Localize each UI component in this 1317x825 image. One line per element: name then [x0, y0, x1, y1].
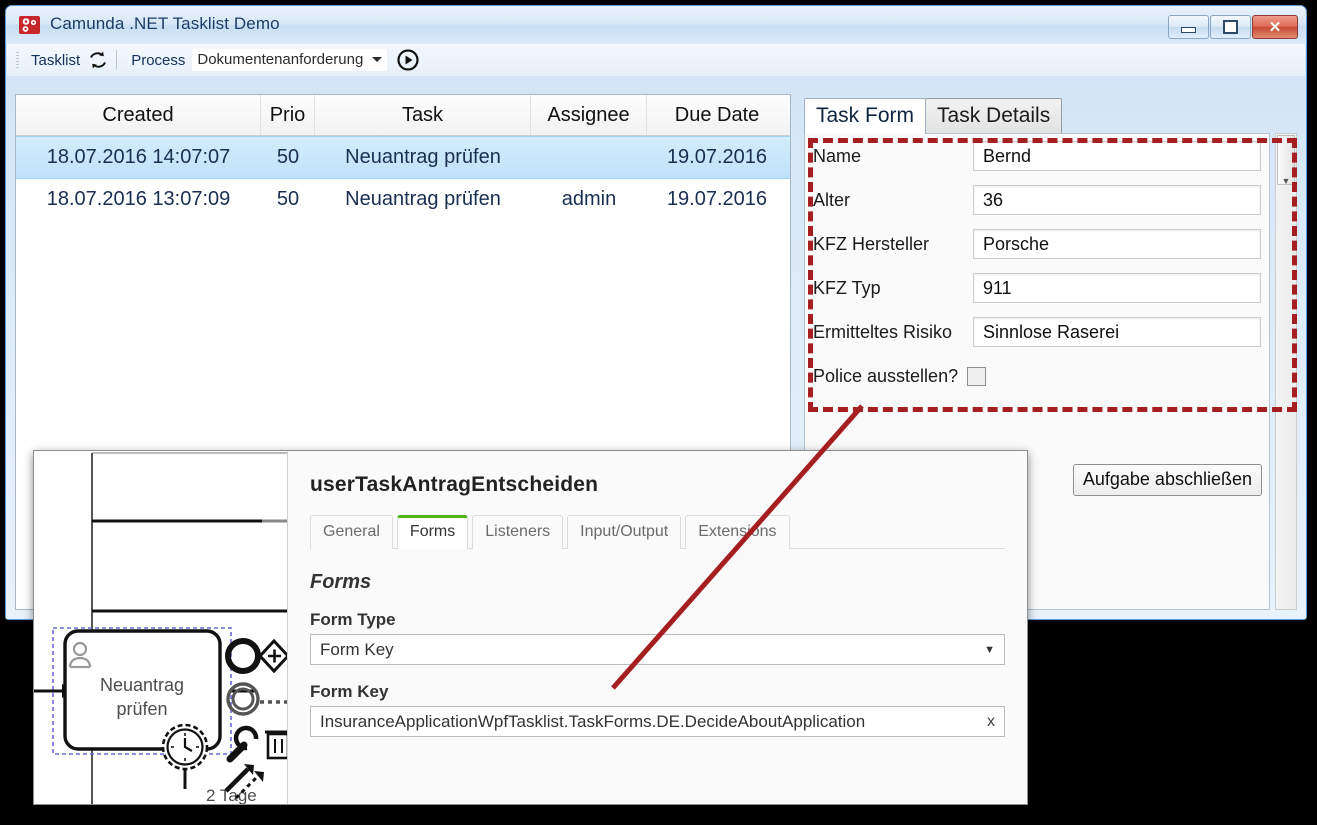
bpmn-canvas[interactable]: Neuantrag prüfen 2 Tage	[34, 451, 288, 804]
tab-general[interactable]: General	[310, 515, 393, 549]
camunda-logo-icon	[18, 15, 42, 35]
chevron-down-icon[interactable]: ▼	[1276, 174, 1296, 188]
select-form-type[interactable]: Form Key ▼	[310, 634, 1005, 665]
cell-created: 18.07.2016 14:07:07	[46, 146, 231, 168]
checkbox-police-ausstellen[interactable]	[967, 366, 987, 386]
play-circle-icon[interactable]	[396, 48, 420, 72]
process-label: Process	[131, 51, 186, 69]
tab-extensions[interactable]: Extensions	[685, 515, 790, 549]
minimize-icon	[1169, 16, 1208, 38]
cell-assignee: admin	[561, 188, 617, 210]
chevron-down-icon: ▼	[984, 643, 995, 656]
input-kfz-hersteller[interactable]: Porsche	[973, 229, 1261, 259]
cell-created: 18.07.2016 13:07:09	[46, 188, 231, 210]
label-kfz-hersteller: KFZ Hersteller	[813, 233, 930, 254]
cell-due-date: 19.07.2016	[666, 188, 768, 210]
tab-task-details[interactable]: Task Details	[925, 98, 1063, 134]
properties-panel: userTaskAntragEntscheiden General Forms …	[288, 451, 1027, 804]
tab-listeners[interactable]: Listeners	[472, 515, 564, 549]
input-ermitteltes-risiko[interactable]: Sinnlose Raserei	[973, 317, 1261, 347]
form-row-ermitteltes-risiko: Ermitteltes Risiko Sinnlose Raserei	[805, 310, 1269, 354]
cell-prio: 50	[276, 188, 300, 210]
process-dropdown-value: Dokumentenanforderung	[197, 51, 364, 68]
minimize-button[interactable]	[1168, 15, 1209, 39]
cell-prio: 50	[276, 146, 300, 168]
cell-task: Neuantrag prüfen	[345, 188, 501, 210]
close-icon: ✕	[1268, 19, 1282, 36]
form-row-alter: Alter 36	[805, 178, 1269, 222]
column-header-created[interactable]: Created	[16, 95, 261, 135]
modeler-popup: Neuantrag prüfen 2 Tage userTaskAntragEn…	[33, 450, 1028, 805]
svg-text:prüfen: prüfen	[116, 699, 167, 719]
refresh-icon[interactable]	[87, 50, 109, 70]
toolbar-separator	[116, 50, 118, 70]
chevron-down-icon	[372, 57, 383, 62]
table-row[interactable]: 18.07.2016 13:07:09 50 Neuantrag prüfen …	[16, 179, 790, 220]
close-button[interactable]: ✕	[1252, 15, 1298, 39]
grid-header-row: Created Prio Task Assignee Due Date	[16, 95, 790, 136]
process-dropdown[interactable]: Dokumentenanforderung	[192, 49, 388, 71]
select-form-type-value: Form Key	[320, 639, 394, 659]
maximize-icon	[1211, 16, 1250, 38]
column-header-prio[interactable]: Prio	[261, 95, 315, 135]
input-form-key-value: InsuranceApplicationWpfTasklist.TaskForm…	[320, 711, 866, 731]
tab-forms[interactable]: Forms	[396, 515, 469, 549]
form-row-name: Name Bernd	[805, 134, 1269, 178]
form-row-kfz-typ: KFZ Typ 911	[805, 266, 1269, 310]
column-header-task[interactable]: Task	[315, 95, 531, 135]
panel-scrollbar[interactable]: ▼	[1275, 133, 1297, 610]
panel-tabs: Task Form Task Details	[804, 94, 1297, 134]
label-alter: Alter	[813, 189, 851, 210]
tab-input-output[interactable]: Input/Output	[567, 515, 682, 549]
clear-icon[interactable]: x	[987, 713, 995, 731]
input-form-key[interactable]: InsuranceApplicationWpfTasklist.TaskForm…	[310, 706, 1005, 737]
form-row-police-ausstellen: Police ausstellen?	[805, 354, 1269, 398]
properties-tabs: General Forms Listeners Input/Output Ext…	[310, 514, 1005, 549]
label-ermitteltes-risiko: Ermitteltes Risiko	[813, 321, 953, 342]
svg-text:Neuantrag: Neuantrag	[100, 675, 184, 695]
window-title: Camunda .NET Tasklist Demo	[50, 14, 280, 33]
complete-task-button[interactable]: Aufgabe abschließen	[1072, 464, 1262, 496]
input-alter[interactable]: 36	[973, 185, 1261, 215]
tasklist-label[interactable]: Tasklist	[24, 52, 87, 69]
label-form-key: Form Key	[310, 682, 389, 701]
label-form-type: Form Type	[310, 610, 396, 629]
label-name: Name	[813, 145, 862, 166]
forms-section-heading: Forms	[310, 571, 372, 593]
title-bar: Camunda .NET Tasklist Demo ✕	[6, 6, 1306, 44]
column-header-due-date[interactable]: Due Date	[647, 95, 787, 135]
input-kfz-typ[interactable]: 911	[973, 273, 1261, 303]
cell-task: Neuantrag prüfen	[345, 146, 501, 168]
table-row[interactable]: 18.07.2016 14:07:07 50 Neuantrag prüfen …	[16, 136, 790, 179]
column-header-assignee[interactable]: Assignee	[531, 95, 647, 135]
properties-title: userTaskAntragEntscheiden	[310, 473, 599, 496]
tab-task-form[interactable]: Task Form	[804, 98, 927, 134]
cell-assignee	[531, 137, 647, 178]
cell-due-date: 19.07.2016	[666, 146, 768, 168]
toolbar-grip[interactable]	[16, 52, 19, 68]
label-police-ausstellen: Police ausstellen?	[813, 365, 959, 386]
input-name[interactable]: Bernd	[973, 141, 1261, 171]
submit-area: Aufgabe abschließen	[1072, 464, 1262, 496]
toolbar: Tasklist Process Dokumentenanforderung	[7, 44, 1305, 76]
form-row-kfz-hersteller: KFZ Hersteller Porsche	[805, 222, 1269, 266]
label-kfz-typ: KFZ Typ	[813, 277, 881, 298]
maximize-button[interactable]	[1210, 15, 1251, 39]
